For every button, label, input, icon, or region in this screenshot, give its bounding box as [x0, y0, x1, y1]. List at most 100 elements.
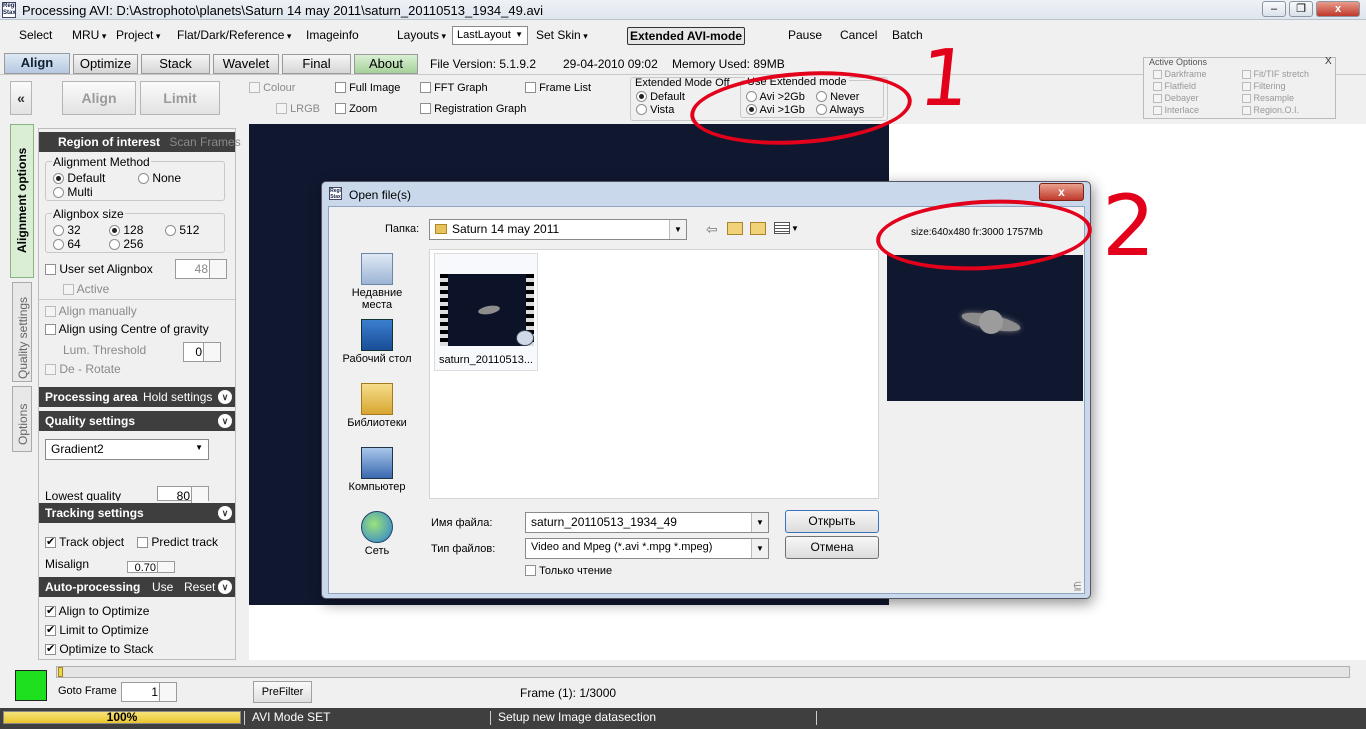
track-object-checkbox[interactable] [45, 535, 56, 548]
vtab-quality-settings[interactable]: Quality settings [12, 282, 32, 382]
misalign-stepper[interactable]: 0.70 [127, 561, 175, 573]
mode-vista-option[interactable]: Vista [636, 104, 674, 116]
method-default-radio[interactable] [53, 173, 64, 184]
prefilter-button[interactable]: PreFilter [253, 681, 312, 703]
tab-final[interactable]: Final [282, 54, 351, 74]
resize-grip-icon[interactable]: ⋸ [1073, 581, 1082, 592]
roi-label[interactable]: Region of interest [58, 135, 160, 149]
maximize-button[interactable]: ❐ [1289, 1, 1313, 17]
size-64-radio[interactable] [53, 239, 64, 250]
tab-stack[interactable]: Stack [141, 54, 210, 74]
place-recent[interactable]: Недавние места [337, 253, 417, 311]
optimize-to-stack-checkbox[interactable] [45, 642, 56, 655]
folder-select[interactable]: Saturn 14 may 2011 ▼ [429, 219, 687, 240]
auto-processing-header[interactable]: Auto-processing Use Reset ∨ [39, 577, 235, 597]
hold-settings-label[interactable]: Hold settings [143, 390, 212, 404]
menu-set-skin[interactable]: Set Skin [536, 28, 588, 42]
lum-threshold-stepper[interactable]: 0 [183, 342, 221, 362]
frame-list-option[interactable]: Frame List [525, 82, 591, 94]
up-folder-icon[interactable] [727, 222, 743, 235]
method-none-option[interactable]: None [138, 171, 181, 185]
limit-button[interactable]: Limit [140, 81, 220, 115]
cancel-button[interactable]: Cancel [840, 28, 877, 42]
quality-settings-header[interactable]: Quality settings ∨ [39, 411, 235, 431]
align-to-optimize-checkbox[interactable] [45, 604, 56, 617]
menu-layouts[interactable]: Layouts [397, 28, 446, 42]
size-128-radio[interactable] [109, 225, 120, 236]
active-option[interactable]: Active [63, 282, 109, 296]
align-cog-option[interactable]: Align using Centre of gravity [45, 322, 209, 336]
size-512-option[interactable]: 512 [165, 223, 199, 237]
quality-method-select[interactable]: Gradient2 ▼ [45, 439, 209, 460]
minimize-button[interactable]: – [1262, 1, 1286, 17]
readonly-checkbox[interactable] [525, 565, 536, 576]
registration-graph-checkbox[interactable] [420, 103, 431, 114]
chevron-down-icon[interactable]: ▼ [791, 224, 799, 233]
extended-avi-mode-button[interactable]: Extended AVI-mode [627, 27, 745, 45]
layout-select[interactable]: LastLayout ▼ [452, 26, 528, 45]
use-button[interactable]: Use [152, 580, 173, 594]
chevron-down-icon[interactable]: ∨ [218, 414, 232, 428]
goto-frame-stepper[interactable]: 1 [121, 682, 177, 702]
menu-project[interactable]: Project [116, 28, 160, 42]
close-button[interactable]: x [1316, 1, 1360, 17]
size-64-option[interactable]: 64 [53, 237, 81, 251]
tab-optimize[interactable]: Optimize [73, 54, 138, 74]
size-512-radio[interactable] [165, 225, 176, 236]
size-32-radio[interactable] [53, 225, 64, 236]
full-image-checkbox[interactable] [335, 82, 346, 93]
track-object-option[interactable]: Track object [45, 535, 124, 549]
place-libraries[interactable]: Библиотеки [337, 383, 417, 429]
chevron-down-icon[interactable]: ∨ [218, 390, 232, 404]
chevron-down-icon[interactable]: ∨ [218, 506, 232, 520]
file-list[interactable]: saturn_20110513... [429, 249, 879, 499]
tab-align[interactable]: Align [4, 53, 70, 74]
new-folder-icon[interactable] [750, 222, 766, 235]
size-256-option[interactable]: 256 [109, 237, 143, 251]
readonly-option[interactable]: Только чтение [525, 565, 612, 577]
size-32-option[interactable]: 32 [53, 223, 81, 237]
place-desktop[interactable]: Рабочий стол [337, 319, 417, 365]
chevron-down-icon[interactable]: ▼ [751, 513, 768, 532]
method-default-option[interactable]: Default [53, 171, 105, 185]
fft-graph-checkbox[interactable] [420, 82, 431, 93]
user-set-alignbox-option[interactable]: User set Alignbox [45, 262, 153, 276]
frame-slider[interactable] [56, 666, 1350, 678]
align-cog-checkbox[interactable] [45, 324, 56, 335]
menu-imageinfo[interactable]: Imageinfo [306, 28, 359, 42]
active-checkbox[interactable] [63, 284, 74, 295]
file-item[interactable]: saturn_20110513... [434, 253, 538, 371]
align-to-optimize-option[interactable]: Align to Optimize [45, 604, 149, 618]
scan-frames-label[interactable]: Scan Frames [169, 135, 240, 149]
method-multi-option[interactable]: Multi [53, 185, 93, 199]
tracking-settings-header[interactable]: Tracking settings ∨ [39, 503, 235, 523]
chevron-down-icon[interactable]: ▼ [751, 539, 768, 558]
mode-vista-radio[interactable] [636, 104, 647, 115]
frame-slider-thumb[interactable] [58, 667, 63, 677]
active-options-close-icon[interactable]: X [1325, 56, 1332, 67]
frame-list-checkbox[interactable] [525, 82, 536, 93]
size-256-radio[interactable] [109, 239, 120, 250]
method-none-radio[interactable] [138, 173, 149, 184]
batch-button[interactable]: Batch [892, 28, 923, 42]
user-set-alignbox-checkbox[interactable] [45, 264, 56, 275]
predict-track-option[interactable]: Predict track [137, 535, 218, 549]
limit-to-optimize-checkbox[interactable] [45, 623, 56, 636]
menu-flat-dark-reference[interactable]: Flat/Dark/Reference [177, 28, 291, 42]
lrgb-checkbox[interactable] [276, 103, 287, 114]
pause-button[interactable]: Pause [788, 28, 822, 42]
align-manually-option[interactable]: Align manually [45, 304, 137, 318]
menu-mru[interactable]: MRU [72, 28, 106, 42]
filetype-select[interactable]: Video and Mpeg (*.avi *.mpg *.mpeg) ▼ [525, 538, 769, 559]
chevron-down-icon[interactable]: ∨ [218, 580, 232, 594]
colour-checkbox[interactable] [249, 82, 260, 93]
place-network[interactable]: Сеть [337, 511, 417, 557]
dialog-cancel-button[interactable]: Отмена [785, 536, 879, 559]
zoom-option[interactable]: Zoom [335, 103, 377, 115]
processing-area-header[interactable]: Processing area Hold settings ∨ [39, 387, 235, 407]
derotate-option[interactable]: De - Rotate [45, 362, 121, 376]
method-multi-radio[interactable] [53, 187, 64, 198]
optimize-to-stack-option[interactable]: Optimize to Stack [45, 642, 153, 656]
menu-select[interactable]: Select [19, 28, 52, 42]
dialog-close-button[interactable]: x [1039, 183, 1084, 201]
